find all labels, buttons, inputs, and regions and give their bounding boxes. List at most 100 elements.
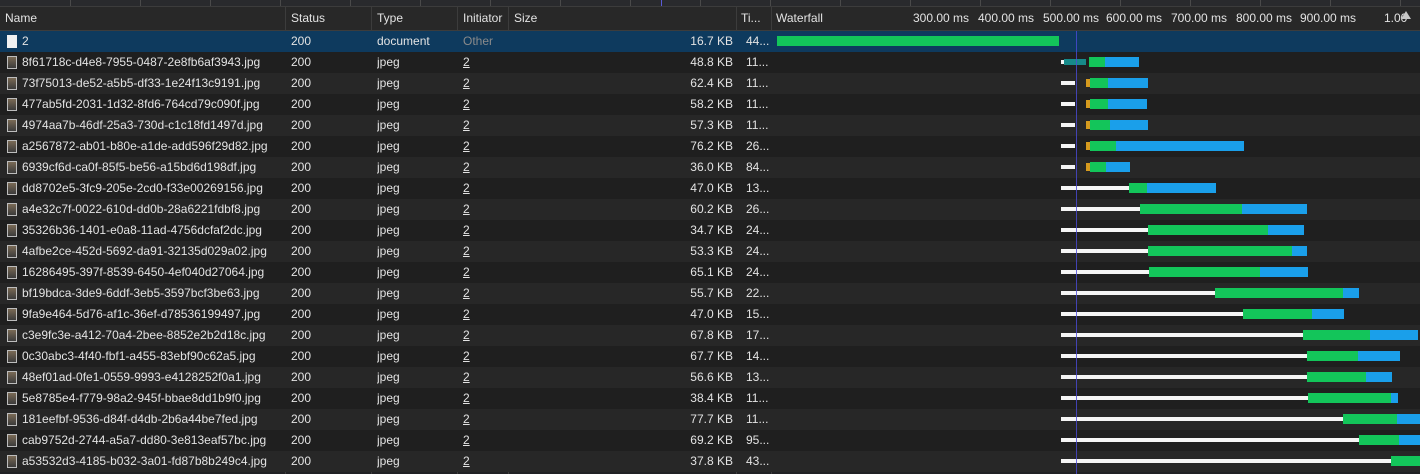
request-row[interactable]: 0c30abc3-4f40-fbf1-a455-83ebf90c62a5.jpg… [0, 346, 1420, 367]
ttfb-bar[interactable] [1090, 99, 1108, 109]
request-row[interactable]: 35326b36-1401-e0a8-11ad-4756dcfaf2dc.jpg… [0, 220, 1420, 241]
waiting-bar[interactable] [1061, 354, 1307, 358]
column-initiator[interactable]: Initiator [458, 7, 509, 30]
download-bar[interactable] [1108, 78, 1148, 88]
ttfb-bar[interactable] [1303, 330, 1370, 340]
waiting-bar[interactable] [1061, 165, 1075, 169]
waiting-bar[interactable] [1061, 249, 1148, 253]
ttfb-bar[interactable] [1307, 372, 1366, 382]
sort-ascending-icon[interactable] [1401, 11, 1411, 19]
request-row[interactable]: 477ab5fd-2031-1d32-8fd6-764cd79c090f.jpg… [0, 94, 1420, 115]
request-name[interactable]: a2567872-ab01-b80e-a1de-add596f29d82.jpg [22, 136, 284, 157]
request-row[interactable]: 2 200 document Other 16.7 KB 44... [0, 31, 1420, 52]
ttfb-bar[interactable] [777, 36, 1059, 46]
request-initiator[interactable]: 2 [463, 325, 509, 346]
download-bar[interactable] [1108, 99, 1147, 109]
request-initiator[interactable]: 2 [463, 94, 509, 115]
ttfb-bar[interactable] [1243, 309, 1312, 319]
waiting-bar[interactable] [1061, 459, 1391, 463]
request-initiator[interactable]: 2 [463, 220, 509, 241]
request-initiator[interactable]: 2 [463, 283, 509, 304]
column-status[interactable]: Status [286, 7, 372, 30]
request-initiator[interactable]: 2 [463, 115, 509, 136]
waiting-bar[interactable] [1061, 186, 1129, 190]
request-initiator[interactable]: 2 [463, 346, 509, 367]
request-initiator[interactable]: 2 [463, 304, 509, 325]
ttfb-bar[interactable] [1359, 435, 1399, 445]
request-initiator[interactable]: 2 [463, 199, 509, 220]
request-row[interactable]: 6939cf6d-ca0f-85f5-be56-a15bd6d198df.jpg… [0, 157, 1420, 178]
download-bar[interactable] [1366, 372, 1392, 382]
request-name[interactable]: 35326b36-1401-e0a8-11ad-4756dcfaf2dc.jpg [22, 220, 284, 241]
download-bar[interactable] [1370, 330, 1418, 340]
overview-strip[interactable] [0, 0, 1420, 7]
request-name[interactable]: 5e8785e4-f779-98a2-945f-bbae8dd1b9f0.jpg [22, 388, 284, 409]
request-row[interactable]: 5e8785e4-f779-98a2-945f-bbae8dd1b9f0.jpg… [0, 388, 1420, 409]
request-initiator[interactable]: 2 [463, 430, 509, 451]
request-name[interactable]: dd8702e5-3fc9-205e-2cd0-f33e00269156.jpg [22, 178, 284, 199]
waiting-bar[interactable] [1061, 396, 1308, 400]
ttfb-bar[interactable] [1140, 204, 1242, 214]
request-initiator[interactable]: 2 [463, 409, 509, 430]
request-name[interactable]: 0c30abc3-4f40-fbf1-a455-83ebf90c62a5.jpg [22, 346, 284, 367]
column-size[interactable]: Size [509, 7, 736, 30]
download-bar[interactable] [1268, 225, 1304, 235]
download-bar[interactable] [1397, 414, 1420, 424]
ttfb-bar[interactable] [1391, 456, 1420, 466]
column-name[interactable]: Name [0, 7, 285, 30]
ttfb-bar[interactable] [1215, 288, 1343, 298]
request-initiator[interactable]: 2 [463, 241, 509, 262]
download-bar[interactable] [1343, 288, 1359, 298]
request-row[interactable]: c3e9fc3e-a412-70a4-2bee-8852e2b2d18c.jpg… [0, 325, 1420, 346]
request-row[interactable]: a53532d3-4185-b032-3a01-fd87b8b249c4.jpg… [0, 451, 1420, 472]
download-bar[interactable] [1312, 309, 1344, 319]
ttfb-bar[interactable] [1090, 78, 1108, 88]
ttfb-bar[interactable] [1090, 162, 1106, 172]
request-name[interactable]: cab9752d-2744-a5a7-dd80-3e813eaf57bc.jpg [22, 430, 284, 451]
request-row[interactable]: 9fa9e464-5d76-af1c-36ef-d78536199497.jpg… [0, 304, 1420, 325]
request-initiator[interactable]: 2 [463, 52, 509, 73]
waiting-bar[interactable] [1061, 438, 1359, 442]
download-bar[interactable] [1399, 435, 1420, 445]
request-name[interactable]: 16286495-397f-8539-6450-4ef040d27064.jpg [22, 262, 284, 283]
waiting-bar[interactable] [1061, 207, 1140, 211]
request-name[interactable]: 4afbe2ce-452d-5692-da91-32135d029a02.jpg [22, 241, 284, 262]
request-initiator[interactable]: 2 [463, 388, 509, 409]
column-time[interactable]: Ti... [736, 7, 772, 30]
download-bar[interactable] [1116, 141, 1244, 151]
request-name[interactable]: 181eefbf-9536-d84f-d4db-2b6a44be7fed.jpg [22, 409, 284, 430]
request-initiator[interactable]: 2 [463, 136, 509, 157]
waiting-bar[interactable] [1061, 270, 1149, 274]
request-name[interactable]: bf19bdca-3de9-6ddf-3eb5-3597bcf3be63.jpg [22, 283, 284, 304]
request-row[interactable]: 4974aa7b-46df-25a3-730d-c1c18fd1497d.jpg… [0, 115, 1420, 136]
request-name[interactable]: c3e9fc3e-a412-70a4-2bee-8852e2b2d18c.jpg [22, 325, 284, 346]
ttfb-bar[interactable] [1343, 414, 1397, 424]
request-row[interactable]: 4afbe2ce-452d-5692-da91-32135d029a02.jpg… [0, 241, 1420, 262]
waiting-bar[interactable] [1061, 102, 1075, 106]
request-row[interactable]: 16286495-397f-8539-6450-4ef040d27064.jpg… [0, 262, 1420, 283]
ttfb-bar[interactable] [1148, 246, 1292, 256]
request-row[interactable]: cab9752d-2744-a5a7-dd80-3e813eaf57bc.jpg… [0, 430, 1420, 451]
waiting-bar[interactable] [1061, 123, 1075, 127]
request-name[interactable]: 6939cf6d-ca0f-85f5-be56-a15bd6d198df.jpg [22, 157, 284, 178]
download-bar[interactable] [1242, 204, 1307, 214]
request-row[interactable]: a4e32c7f-0022-610d-dd0b-28a6221fdbf8.jpg… [0, 199, 1420, 220]
ttfb-bar[interactable] [1308, 393, 1391, 403]
waiting-bar[interactable] [1061, 312, 1243, 316]
waiting-bar[interactable] [1061, 144, 1075, 148]
request-row[interactable]: 73f75013-de52-a5b5-df33-1e24f13c9191.jpg… [0, 73, 1420, 94]
request-initiator[interactable]: 2 [463, 451, 509, 472]
download-bar[interactable] [1105, 57, 1139, 67]
waiting-bar[interactable] [1061, 417, 1343, 421]
request-name[interactable]: a4e32c7f-0022-610d-dd0b-28a6221fdbf8.jpg [22, 199, 284, 220]
ttfb-bar[interactable] [1129, 183, 1147, 193]
ttfb-bar[interactable] [1307, 351, 1358, 361]
column-type[interactable]: Type [372, 7, 458, 30]
request-initiator[interactable]: 2 [463, 178, 509, 199]
queueing-bar[interactable] [1064, 59, 1086, 65]
request-row[interactable]: bf19bdca-3de9-6ddf-3eb5-3597bcf3be63.jpg… [0, 283, 1420, 304]
request-name[interactable]: 4974aa7b-46df-25a3-730d-c1c18fd1497d.jpg [22, 115, 284, 136]
request-row[interactable]: 181eefbf-9536-d84f-d4db-2b6a44be7fed.jpg… [0, 409, 1420, 430]
request-initiator[interactable]: 2 [463, 262, 509, 283]
waiting-bar[interactable] [1061, 375, 1307, 379]
